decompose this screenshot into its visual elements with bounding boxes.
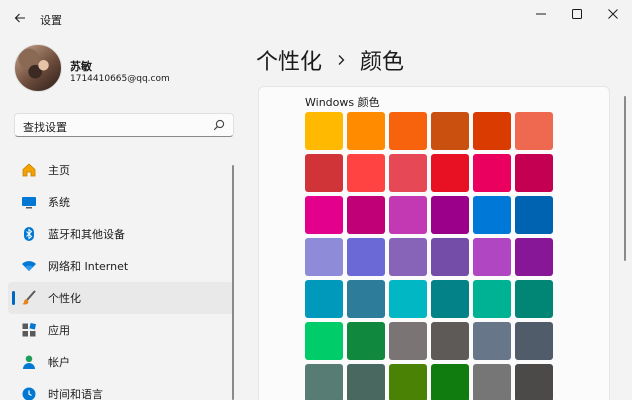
- color-swatch[interactable]: [305, 112, 343, 150]
- color-swatch[interactable]: [473, 322, 511, 360]
- color-swatch[interactable]: [305, 238, 343, 276]
- color-swatch[interactable]: [389, 364, 427, 400]
- sidebar-item-label: 主页: [48, 164, 70, 177]
- sidebar-scrollbar[interactable]: [232, 165, 234, 400]
- color-swatch[interactable]: [431, 196, 469, 234]
- color-swatch[interactable]: [347, 364, 385, 400]
- color-swatch[interactable]: [389, 322, 427, 360]
- sidebar-item-label: 蓝牙和其他设备: [48, 228, 125, 241]
- brush-icon: [20, 289, 38, 307]
- color-swatch[interactable]: [473, 364, 511, 400]
- apps-icon: [20, 321, 38, 339]
- color-swatch[interactable]: [515, 196, 553, 234]
- color-swatch[interactable]: [305, 196, 343, 234]
- color-swatch[interactable]: [515, 364, 553, 400]
- color-swatch[interactable]: [431, 280, 469, 318]
- color-swatch[interactable]: [473, 112, 511, 150]
- page-title: 颜色: [360, 50, 405, 75]
- time-language-icon: [20, 385, 38, 400]
- title-bar: 设置: [0, 0, 632, 36]
- sidebar-item-system[interactable]: 系统: [8, 186, 234, 218]
- color-swatch[interactable]: [515, 322, 553, 360]
- color-swatch[interactable]: [389, 154, 427, 192]
- wifi-icon: [20, 257, 38, 275]
- color-swatch[interactable]: [515, 280, 553, 318]
- system-icon: [20, 193, 38, 211]
- color-swatch[interactable]: [305, 322, 343, 360]
- color-swatch[interactable]: [473, 154, 511, 192]
- sidebar-item-label: 个性化: [48, 292, 81, 305]
- close-icon: [608, 9, 618, 19]
- color-swatch-grid: [305, 112, 553, 400]
- color-swatch[interactable]: [431, 322, 469, 360]
- color-swatch[interactable]: [389, 112, 427, 150]
- sidebar-item-label: 应用: [48, 324, 70, 337]
- sidebar-item-label: 时间和语言: [48, 388, 103, 400]
- search-icon: [213, 119, 225, 131]
- color-swatch[interactable]: [431, 112, 469, 150]
- sidebar-nav: 主页 系统 蓝牙和其他设备 网络和 Internet 个性化 应用 帐户 时间和…: [8, 154, 234, 400]
- profile-email: 1714410665@qq.com: [70, 74, 170, 84]
- maximize-icon: [572, 9, 582, 19]
- color-swatch[interactable]: [431, 238, 469, 276]
- search-placeholder: 查找设置: [23, 121, 67, 134]
- color-swatch[interactable]: [347, 112, 385, 150]
- profile-name: 苏敏: [70, 60, 92, 73]
- color-swatch[interactable]: [389, 238, 427, 276]
- minimize-icon: [536, 13, 546, 15]
- color-swatch[interactable]: [389, 196, 427, 234]
- color-swatch[interactable]: [473, 280, 511, 318]
- sidebar-item-bluetooth[interactable]: 蓝牙和其他设备: [8, 218, 234, 250]
- color-swatch[interactable]: [347, 238, 385, 276]
- chevron-right-icon: [334, 53, 348, 67]
- sidebar-item-apps[interactable]: 应用: [8, 314, 234, 346]
- color-swatch[interactable]: [515, 238, 553, 276]
- content-scrollbar[interactable]: [624, 96, 626, 261]
- color-swatch[interactable]: [515, 154, 553, 192]
- sidebar-item-network[interactable]: 网络和 Internet: [8, 250, 234, 282]
- minimize-button[interactable]: [524, 0, 558, 28]
- bluetooth-icon: [20, 225, 38, 243]
- sidebar-item-label: 网络和 Internet: [48, 260, 129, 273]
- color-swatch[interactable]: [431, 364, 469, 400]
- breadcrumb-parent[interactable]: 个性化: [256, 44, 322, 76]
- breadcrumb: 个性化 颜色: [256, 44, 404, 76]
- home-icon: [20, 161, 38, 179]
- back-arrow-icon: [14, 13, 25, 23]
- close-button[interactable]: [596, 0, 630, 28]
- back-button[interactable]: [8, 6, 32, 30]
- sidebar-item-home[interactable]: 主页: [8, 154, 234, 186]
- sidebar-item-label: 帐户: [48, 356, 70, 369]
- windows-colors-card: Windows 颜色: [258, 86, 610, 400]
- color-swatch[interactable]: [347, 154, 385, 192]
- app-title: 设置: [40, 14, 62, 27]
- color-swatch[interactable]: [347, 322, 385, 360]
- color-swatch[interactable]: [305, 280, 343, 318]
- color-swatch[interactable]: [305, 154, 343, 192]
- color-swatch[interactable]: [389, 280, 427, 318]
- sidebar-item-accounts[interactable]: 帐户: [8, 346, 234, 378]
- color-swatch[interactable]: [473, 238, 511, 276]
- search-input[interactable]: 查找设置: [14, 113, 234, 137]
- sidebar-item-personalization[interactable]: 个性化: [8, 282, 234, 314]
- avatar: [14, 44, 62, 92]
- color-swatch[interactable]: [347, 196, 385, 234]
- color-swatch[interactable]: [473, 196, 511, 234]
- section-title: Windows 颜色: [305, 96, 380, 109]
- maximize-button[interactable]: [560, 0, 594, 28]
- color-swatch[interactable]: [305, 364, 343, 400]
- sidebar-item-time-language[interactable]: 时间和语言: [8, 378, 234, 400]
- color-swatch[interactable]: [515, 112, 553, 150]
- user-profile[interactable]: 苏敏 1714410665@qq.com: [14, 44, 234, 104]
- sidebar-item-label: 系统: [48, 196, 70, 209]
- color-swatch[interactable]: [347, 280, 385, 318]
- account-icon: [20, 353, 38, 371]
- color-swatch[interactable]: [431, 154, 469, 192]
